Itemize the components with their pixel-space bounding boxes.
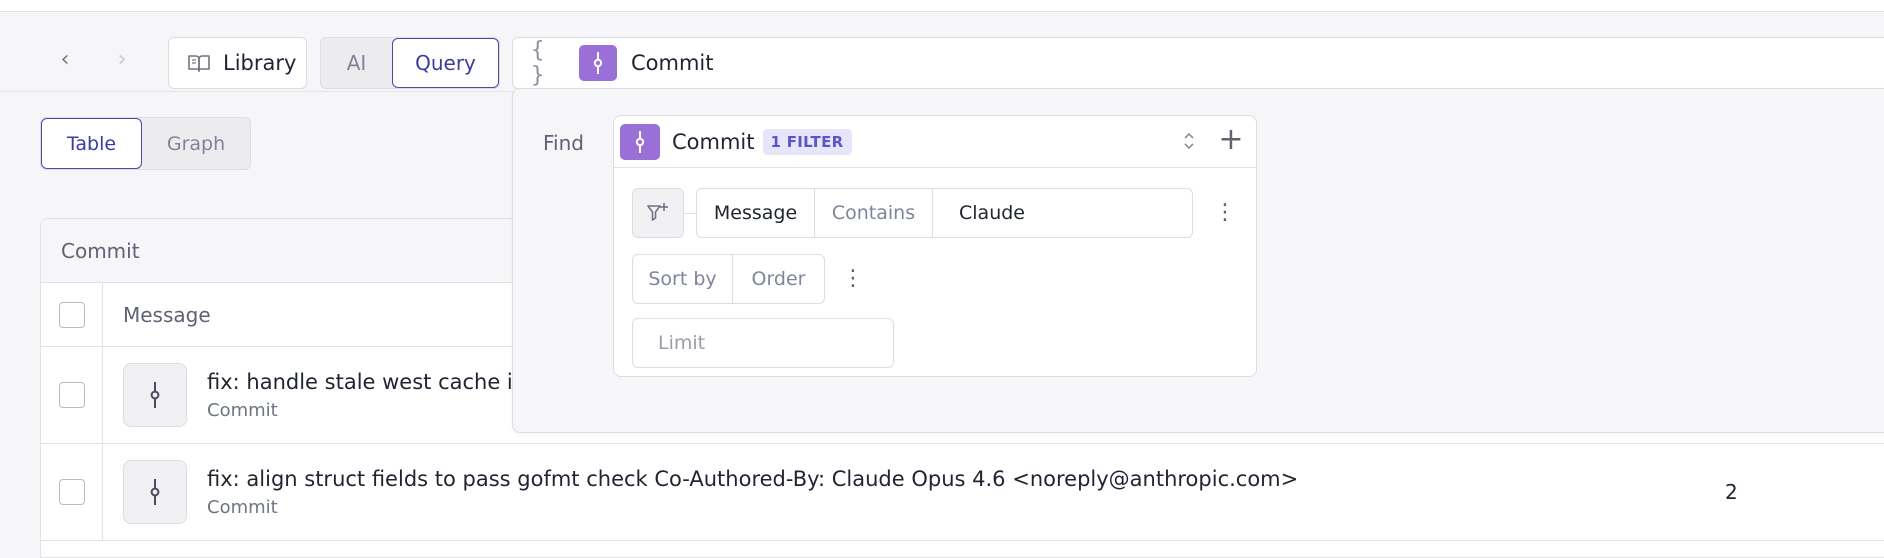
chevron-up-down-icon[interactable] — [1181, 130, 1197, 152]
tab-table[interactable]: Table — [41, 118, 142, 169]
row-subtitle: Commit — [207, 496, 278, 518]
chevron-right-icon: › — [117, 46, 127, 72]
entity-selector[interactable]: Commit 1 FILTER + — [614, 116, 1256, 168]
view-switch: Table Graph — [40, 117, 251, 170]
select-all-checkbox[interactable] — [58, 301, 85, 328]
find-label: Find — [543, 131, 584, 155]
sort-by-button[interactable]: Sort by — [633, 255, 733, 303]
limit-input[interactable]: Limit — [632, 318, 894, 368]
filter-count-badge: 1 FILTER — [762, 128, 852, 155]
window-top-strip — [0, 0, 1884, 12]
row-text: fix: align struct fields to pass gofmt c… — [207, 467, 1298, 518]
search-entity-label: Commit — [631, 51, 714, 75]
sort-controls: Sort by Order — [632, 254, 825, 304]
row-checkbox-cell — [41, 347, 103, 443]
git-commit-icon — [620, 123, 660, 160]
book-icon — [188, 55, 210, 72]
filter-operator-select[interactable]: Contains — [815, 189, 933, 237]
tab-query[interactable]: Query — [392, 38, 499, 88]
row-value: 2 — [1725, 480, 1738, 504]
column-header-message[interactable]: Message — [103, 303, 211, 327]
filter-value-input[interactable]: Claude — [933, 189, 1192, 237]
mode-switch: AI Query — [320, 37, 500, 89]
query-card: Commit 1 FILTER + Message Contains Claud… — [613, 115, 1257, 377]
library-label: Library — [223, 51, 297, 75]
select-all-cell — [41, 283, 103, 346]
row-checkbox[interactable] — [58, 479, 85, 505]
query-search-bar[interactable]: { } Commit — [512, 37, 1884, 89]
add-filter-button[interactable] — [632, 188, 684, 238]
git-commit-icon — [123, 363, 187, 427]
chevron-left-icon: ‹ — [60, 46, 70, 72]
git-commit-icon — [579, 45, 617, 81]
row-text: fix: handle stale west cache in Commit — [207, 370, 526, 421]
back-button[interactable]: ‹ — [50, 44, 80, 74]
tab-ai[interactable]: AI — [321, 38, 392, 88]
row-checkbox[interactable] — [58, 382, 85, 408]
forward-button[interactable]: › — [107, 44, 137, 74]
sort-more-icon[interactable]: ⋮ — [842, 264, 864, 294]
tab-graph[interactable]: Graph — [142, 118, 250, 169]
filter-field-select[interactable]: Message — [697, 189, 815, 237]
entity-name: Commit — [672, 129, 755, 154]
order-button[interactable]: Order — [733, 255, 824, 303]
table-row[interactable]: fix: align struct fields to pass gofmt c… — [41, 444, 1884, 541]
row-title: fix: handle stale west cache in — [207, 369, 527, 394]
toolbar: ‹ › Library AI Query { } Commit — [0, 12, 1884, 92]
braces-icon[interactable]: { } — [531, 38, 563, 88]
row-title: fix: align struct fields to pass gofmt c… — [207, 466, 1299, 491]
library-button[interactable]: Library — [168, 37, 307, 89]
filter-row: Message Contains Claude — [696, 188, 1193, 238]
git-commit-icon — [123, 460, 187, 524]
filter-more-icon[interactable]: ⋮ — [1214, 198, 1236, 228]
query-builder-popover: Find Commit 1 FILTER + Message Contains — [512, 88, 1884, 433]
filter-connector — [684, 213, 696, 214]
add-entity-button[interactable]: + — [1214, 124, 1248, 158]
filter-plus-icon — [647, 203, 668, 221]
row-checkbox-cell — [41, 444, 103, 540]
row-subtitle: Commit — [207, 399, 278, 421]
